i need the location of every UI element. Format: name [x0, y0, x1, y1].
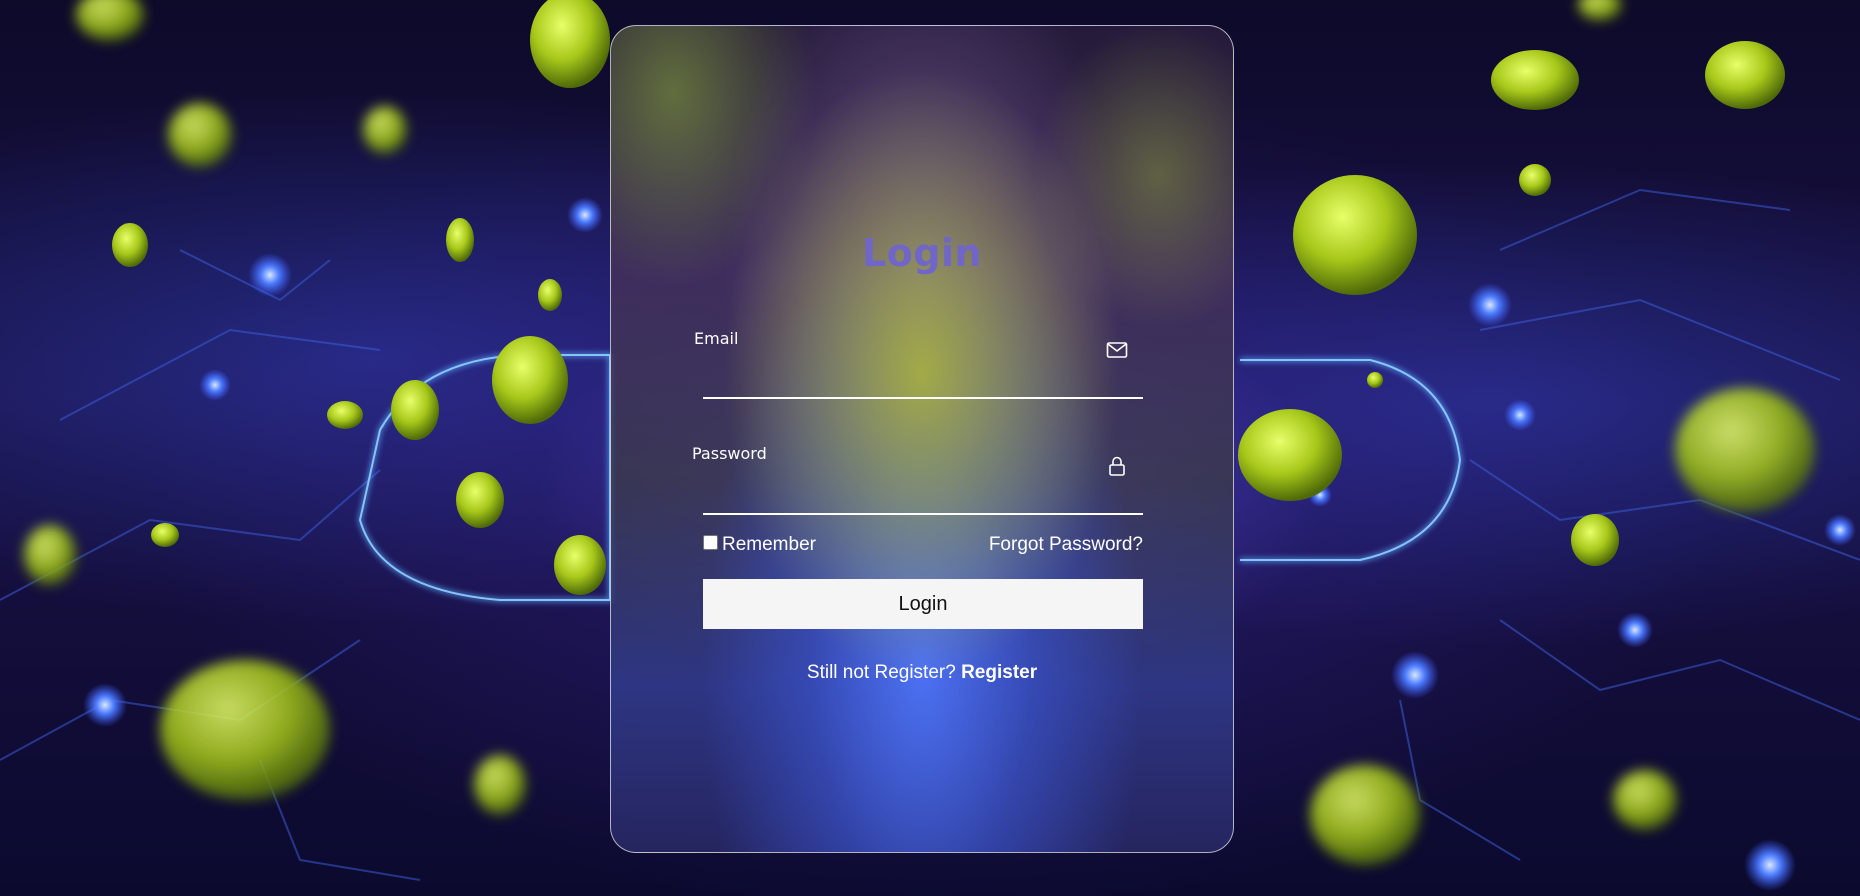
email-field[interactable]	[703, 352, 1107, 384]
lock-icon	[1105, 454, 1129, 478]
remember-checkbox[interactable]	[703, 534, 718, 550]
login-card: Login Email Password Remember Forgot Pas…	[610, 25, 1234, 853]
remember-option: Remember	[703, 534, 816, 556]
email-label: Email	[694, 329, 739, 348]
forgot-password-link[interactable]: Forgot Password?	[989, 534, 1143, 556]
password-label: Password	[692, 444, 767, 463]
password-underline	[703, 513, 1143, 515]
login-title: Login	[861, 231, 983, 275]
remember-label[interactable]: Remember	[722, 534, 816, 556]
options-row: Remember Forgot Password?	[703, 534, 1143, 564]
login-button[interactable]: Login	[703, 579, 1143, 629]
envelope-icon	[1105, 338, 1129, 362]
password-field[interactable]	[703, 467, 1107, 499]
email-underline	[703, 397, 1143, 399]
register-link[interactable]: Register	[961, 662, 1037, 683]
register-prompt: Still not Register?	[806, 662, 962, 683]
register-row: Still not Register? Register	[611, 662, 1233, 684]
